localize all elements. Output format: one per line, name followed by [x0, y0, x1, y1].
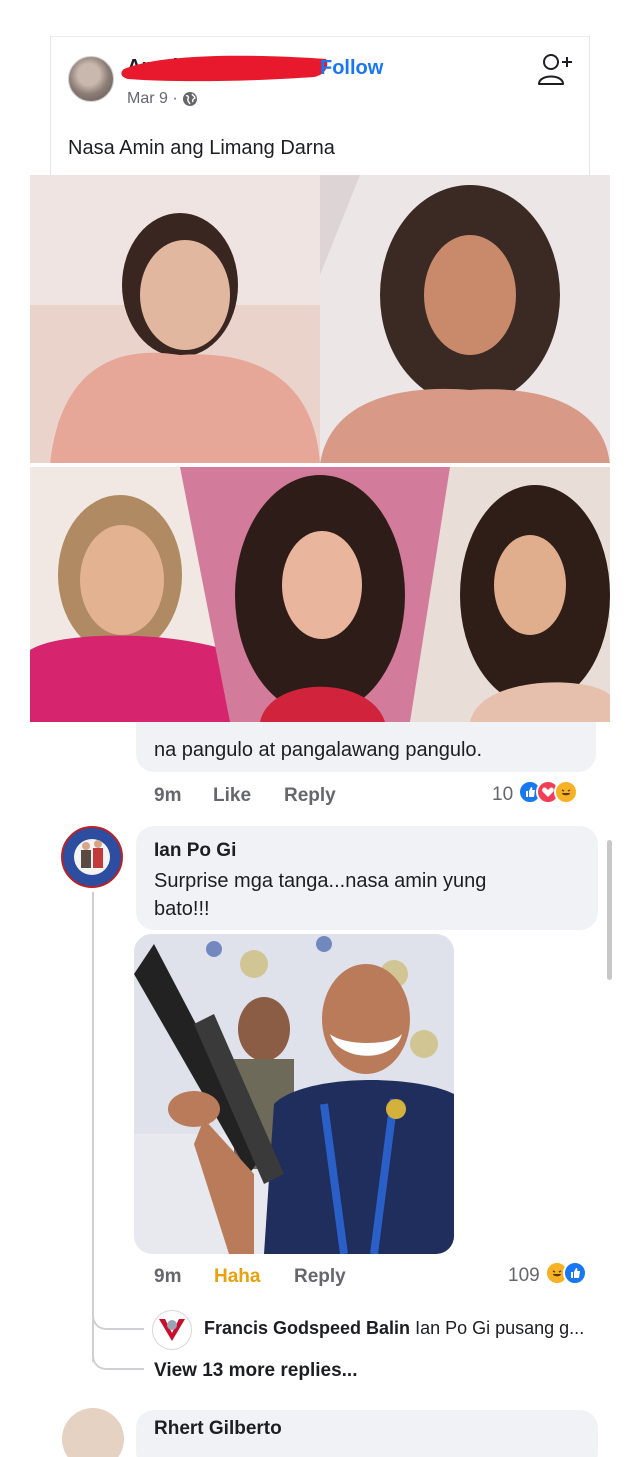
- post-meta: Mar 9 ·: [127, 90, 198, 108]
- comment-time: 9m: [154, 785, 182, 806]
- redaction-mark: [121, 55, 328, 82]
- comment-text-line2: bato!!!: [154, 898, 210, 920]
- comment-time: 9m: [154, 1266, 182, 1287]
- add-friend-icon[interactable]: [534, 48, 576, 90]
- scrollbar[interactable]: [607, 840, 612, 980]
- haha-reaction-icon: [554, 780, 578, 804]
- reply-button[interactable]: Reply: [294, 1266, 346, 1288]
- next-commenter-avatar[interactable]: [62, 1408, 124, 1457]
- author-avatar[interactable]: [68, 56, 114, 102]
- reaction-icons[interactable]: [545, 1261, 587, 1285]
- like-reaction-icon: [563, 1261, 587, 1285]
- comment-text: na pangulo at pangalawang pangulo.: [154, 739, 483, 761]
- commenter-avatar[interactable]: [61, 826, 123, 888]
- globe-icon: [182, 92, 197, 106]
- reaction-icons[interactable]: [518, 780, 578, 804]
- reaction-count[interactable]: 109: [508, 1265, 540, 1287]
- thread-line: [92, 892, 94, 1362]
- post-image[interactable]: [30, 175, 610, 722]
- post-text: Nasa Amin ang Limang Darna: [68, 137, 335, 159]
- thread-branch: [92, 1310, 144, 1330]
- reaction-count[interactable]: 10: [492, 784, 513, 806]
- reply-text: Ian Po Gi pusang g...: [415, 1318, 585, 1338]
- like-button[interactable]: Like: [213, 785, 251, 807]
- thread-branch: [92, 1350, 144, 1370]
- follow-button[interactable]: Follow: [320, 57, 383, 80]
- reply-author[interactable]: Francis Godspeed Balin: [204, 1318, 410, 1338]
- comment-photo[interactable]: [134, 934, 454, 1254]
- reply-button[interactable]: Reply: [284, 785, 336, 807]
- post-date: Mar 9 ·: [127, 90, 178, 107]
- reply-preview[interactable]: Francis Godspeed Balin Ian Po Gi pusang …: [204, 1318, 584, 1339]
- commenter-name[interactable]: Ian Po Gi: [154, 840, 236, 862]
- comment-text-line1: Surprise mga tanga...nasa amin yung: [154, 870, 487, 892]
- reply-avatar[interactable]: [152, 1310, 192, 1350]
- haha-reaction-button[interactable]: Haha: [214, 1266, 260, 1288]
- view-more-replies-link[interactable]: View 13 more replies...: [154, 1360, 357, 1382]
- next-commenter-name[interactable]: Rhert Gilberto: [154, 1418, 282, 1440]
